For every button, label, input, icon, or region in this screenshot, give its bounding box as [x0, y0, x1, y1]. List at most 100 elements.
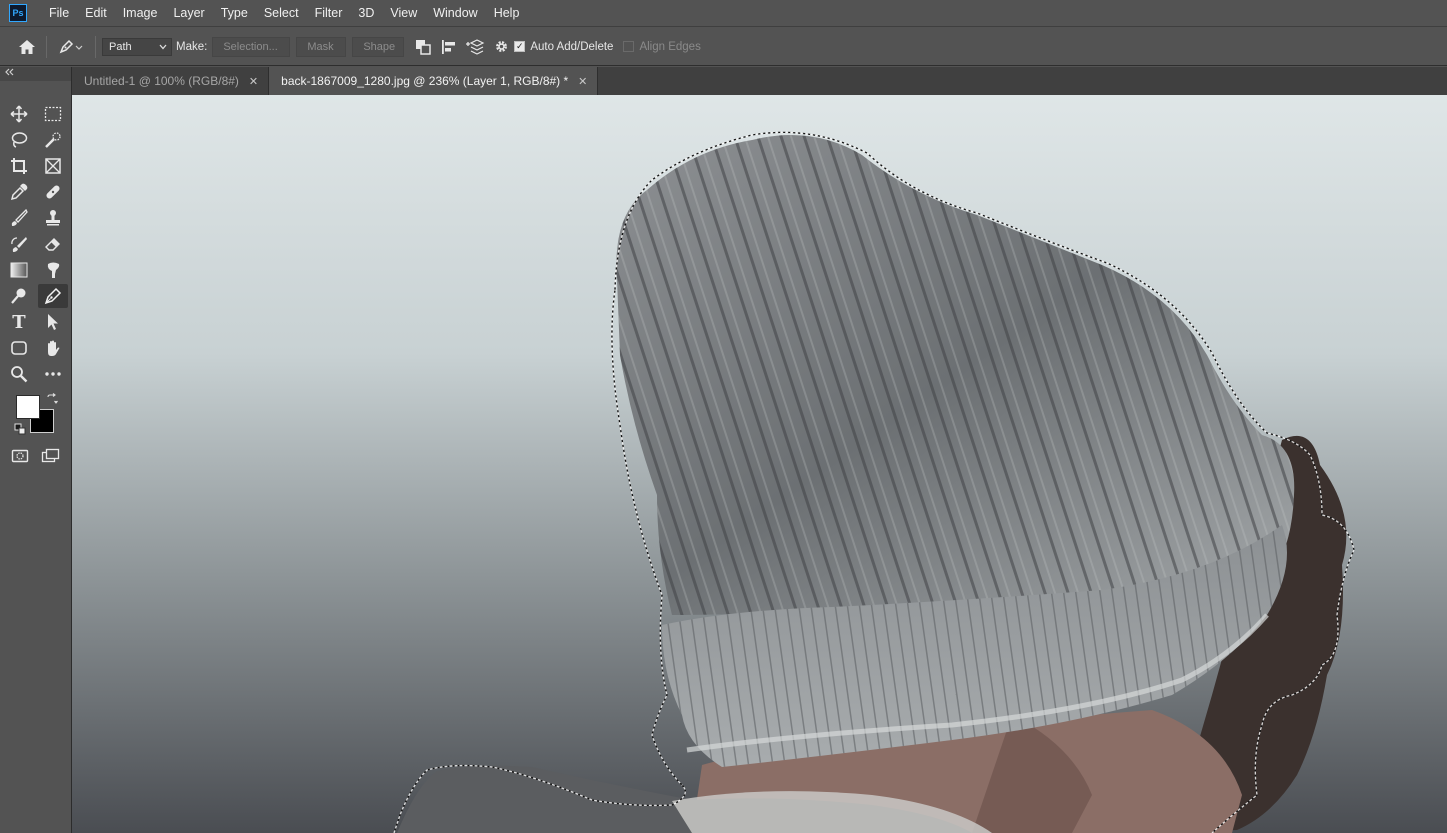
healing-brush-tool[interactable]	[38, 180, 68, 204]
menu-filter[interactable]: Filter	[307, 0, 351, 27]
screen-mode-icon	[42, 448, 60, 463]
ellipsis-icon	[45, 372, 61, 376]
pen-icon	[44, 287, 62, 305]
eraser-icon	[45, 238, 60, 251]
screen-mode-button[interactable]	[38, 444, 66, 468]
double-chevron-left-icon	[5, 68, 14, 76]
pen-icon	[59, 39, 83, 53]
clone-stamp-tool[interactable]	[38, 206, 68, 230]
rounded-rectangle-icon	[11, 341, 27, 355]
type-icon: T	[12, 311, 26, 333]
align-left-icon	[442, 39, 456, 54]
eyedropper-icon	[10, 183, 28, 201]
menu-file[interactable]: File	[41, 0, 77, 27]
crop-icon	[11, 158, 27, 174]
quick-selection-icon	[45, 132, 61, 148]
marquee-tool[interactable]	[38, 102, 68, 126]
tools-panel: T	[0, 67, 72, 833]
frame-icon	[45, 158, 61, 174]
align-edges-label[interactable]: Align Edges	[639, 41, 700, 53]
menu-bar: Ps File Edit Image Layer Type Select Fil…	[0, 0, 1447, 27]
brush-icon	[11, 209, 28, 226]
history-brush-tool[interactable]	[4, 232, 34, 256]
home-icon	[19, 39, 35, 54]
menu-help[interactable]: Help	[486, 0, 528, 27]
quick-mask-icon	[11, 449, 28, 463]
dodge-tool[interactable]	[4, 284, 34, 308]
document-canvas[interactable]	[72, 95, 1447, 833]
menu-image[interactable]: Image	[115, 0, 166, 27]
history-brush-icon	[11, 237, 27, 252]
rectangle-tool[interactable]	[4, 336, 34, 360]
brush-tool[interactable]	[4, 206, 34, 230]
move-tool[interactable]	[4, 102, 34, 126]
dodge-icon	[11, 288, 26, 304]
swap-colors-icon[interactable]	[46, 393, 58, 405]
path-arrangement-icon	[466, 38, 485, 55]
pen-tool[interactable]	[38, 284, 68, 308]
path-operations-button[interactable]	[410, 35, 436, 59]
more-tools[interactable]	[38, 362, 68, 386]
zoom-tool[interactable]	[4, 362, 34, 386]
options-separator	[95, 35, 96, 58]
lasso-tool[interactable]	[4, 128, 34, 152]
canvas-image	[72, 95, 1447, 833]
foreground-color-swatch[interactable]	[16, 395, 40, 419]
gradient-icon	[10, 262, 28, 278]
pen-settings-button[interactable]	[488, 35, 514, 59]
rectangular-marquee-icon	[44, 106, 62, 122]
lasso-icon	[11, 132, 28, 148]
make-selection-button[interactable]: Selection...	[212, 36, 291, 57]
document-tab-back-photo[interactable]: back-1867009_1280.jpg @ 236% (Layer 1, R…	[269, 67, 599, 95]
toolbar-grip	[0, 81, 71, 101]
pen-mode-dropdown[interactable]: Path	[102, 37, 172, 56]
auto-add-delete-checkbox[interactable]: ✓	[514, 41, 526, 52]
make-mask-button[interactable]: Mask	[296, 36, 347, 57]
gradient-tool[interactable]	[4, 258, 34, 282]
bandage-icon	[46, 185, 60, 199]
hand-icon	[48, 340, 60, 356]
make-shape-button[interactable]: Shape	[352, 36, 405, 57]
path-operations-icon	[416, 39, 432, 55]
menu-layer[interactable]: Layer	[165, 0, 212, 27]
eraser-tool[interactable]	[38, 232, 68, 256]
path-selection-tool[interactable]	[38, 310, 68, 334]
tool-preset-picker[interactable]	[53, 35, 89, 59]
crop-tool[interactable]	[4, 154, 34, 178]
default-colors-icon[interactable]	[14, 423, 26, 435]
path-alignment-button[interactable]	[436, 35, 462, 59]
options-separator	[46, 35, 47, 58]
close-icon[interactable]: ✕	[578, 75, 587, 88]
menu-3d[interactable]: 3D	[350, 0, 382, 27]
type-tool[interactable]: T	[4, 310, 34, 334]
menu-edit[interactable]: Edit	[77, 0, 115, 27]
eyedropper-tool[interactable]	[4, 180, 34, 204]
quick-mask-button[interactable]	[6, 444, 34, 468]
document-tab-untitled[interactable]: Untitled-1 @ 100% (RGB/8#) ✕	[72, 67, 270, 95]
options-bar: Path Make: Selection... Mask Shape ✓ Aut…	[0, 28, 1447, 66]
menu-type[interactable]: Type	[213, 0, 256, 27]
stamp-icon	[46, 210, 60, 226]
magnifier-icon	[11, 366, 28, 383]
quick-selection-tool[interactable]	[38, 128, 68, 152]
smudge-icon	[47, 262, 60, 278]
path-arrangement-button[interactable]	[462, 35, 488, 59]
collapse-toolbar-button[interactable]	[0, 67, 71, 81]
chevron-down-icon	[159, 44, 167, 49]
auto-add-delete-label[interactable]: Auto Add/Delete	[530, 41, 613, 53]
menu-select[interactable]: Select	[256, 0, 307, 27]
frame-tool[interactable]	[38, 154, 68, 178]
tool-grid: T	[0, 101, 71, 387]
menu-window[interactable]: Window	[425, 0, 485, 27]
close-icon[interactable]: ✕	[249, 75, 258, 88]
document-tab-bar: Untitled-1 @ 100% (RGB/8#) ✕ back-186700…	[72, 67, 1447, 95]
move-icon	[10, 105, 28, 123]
menu-view[interactable]: View	[382, 0, 425, 27]
hand-tool[interactable]	[38, 336, 68, 360]
mode-row	[0, 443, 71, 469]
gear-icon	[495, 41, 507, 52]
smudge-tool[interactable]	[38, 258, 68, 282]
make-label: Make:	[176, 40, 208, 53]
align-edges-checkbox[interactable]	[623, 41, 635, 52]
home-button[interactable]	[14, 35, 40, 59]
